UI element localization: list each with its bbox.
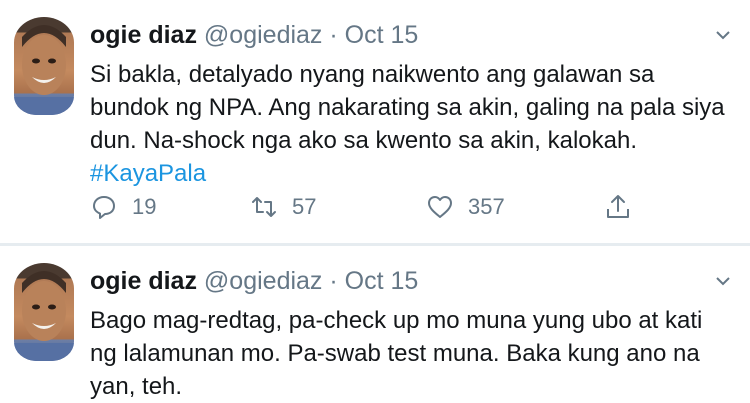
avatar-image <box>14 25 74 115</box>
avatar-image <box>14 271 74 361</box>
retweet-button[interactable]: 57 <box>250 190 316 224</box>
share-icon <box>607 195 629 218</box>
tweet-header: ogie diaz @ogiediaz · Oct 15 <box>90 266 418 296</box>
tweet-body: Bago mag-redtag, pa-check up mo muna yun… <box>90 307 703 400</box>
tweet-text: Si bakla, detalyado nyang naikwento ang … <box>90 58 730 190</box>
chevron-down-icon[interactable] <box>714 272 732 290</box>
avatar[interactable] <box>14 263 74 361</box>
tweet[interactable]: ogie diaz @ogiediaz · Oct 15 Si bakla, d… <box>0 0 750 243</box>
heart-icon <box>428 196 452 218</box>
like-count: 357 <box>468 194 505 219</box>
display-name[interactable]: ogie diaz <box>90 21 197 49</box>
tweet-header: ogie diaz @ogiediaz · Oct 15 <box>90 20 418 50</box>
tweet[interactable]: ogie diaz @ogiediaz · Oct 15 Bago mag-re… <box>0 246 750 400</box>
reply-count: 19 <box>132 194 157 219</box>
chevron-down-icon[interactable] <box>714 26 732 44</box>
reply-icon <box>93 196 115 219</box>
tweet-text: Bago mag-redtag, pa-check up mo muna yun… <box>90 304 730 403</box>
tweet-actions: 19 57 357 <box>90 190 650 224</box>
retweet-icon <box>252 197 276 217</box>
tweet-date[interactable]: Oct 15 <box>345 267 419 295</box>
separator: · <box>329 21 338 49</box>
user-handle[interactable]: @ogiediaz <box>204 267 323 295</box>
tweet-body: Si bakla, detalyado nyang naikwento ang … <box>90 61 725 154</box>
tweet-date[interactable]: Oct 15 <box>345 21 419 49</box>
reply-button[interactable]: 19 <box>90 190 156 224</box>
user-handle[interactable]: @ogiediaz <box>204 21 323 49</box>
avatar[interactable] <box>14 17 74 115</box>
like-button[interactable]: 357 <box>426 190 505 224</box>
display-name[interactable]: ogie diaz <box>90 267 197 295</box>
separator: · <box>329 267 338 295</box>
retweet-count: 57 <box>292 194 317 219</box>
hashtag-link[interactable]: #KayaPala <box>90 160 206 187</box>
share-button[interactable] <box>604 190 646 224</box>
